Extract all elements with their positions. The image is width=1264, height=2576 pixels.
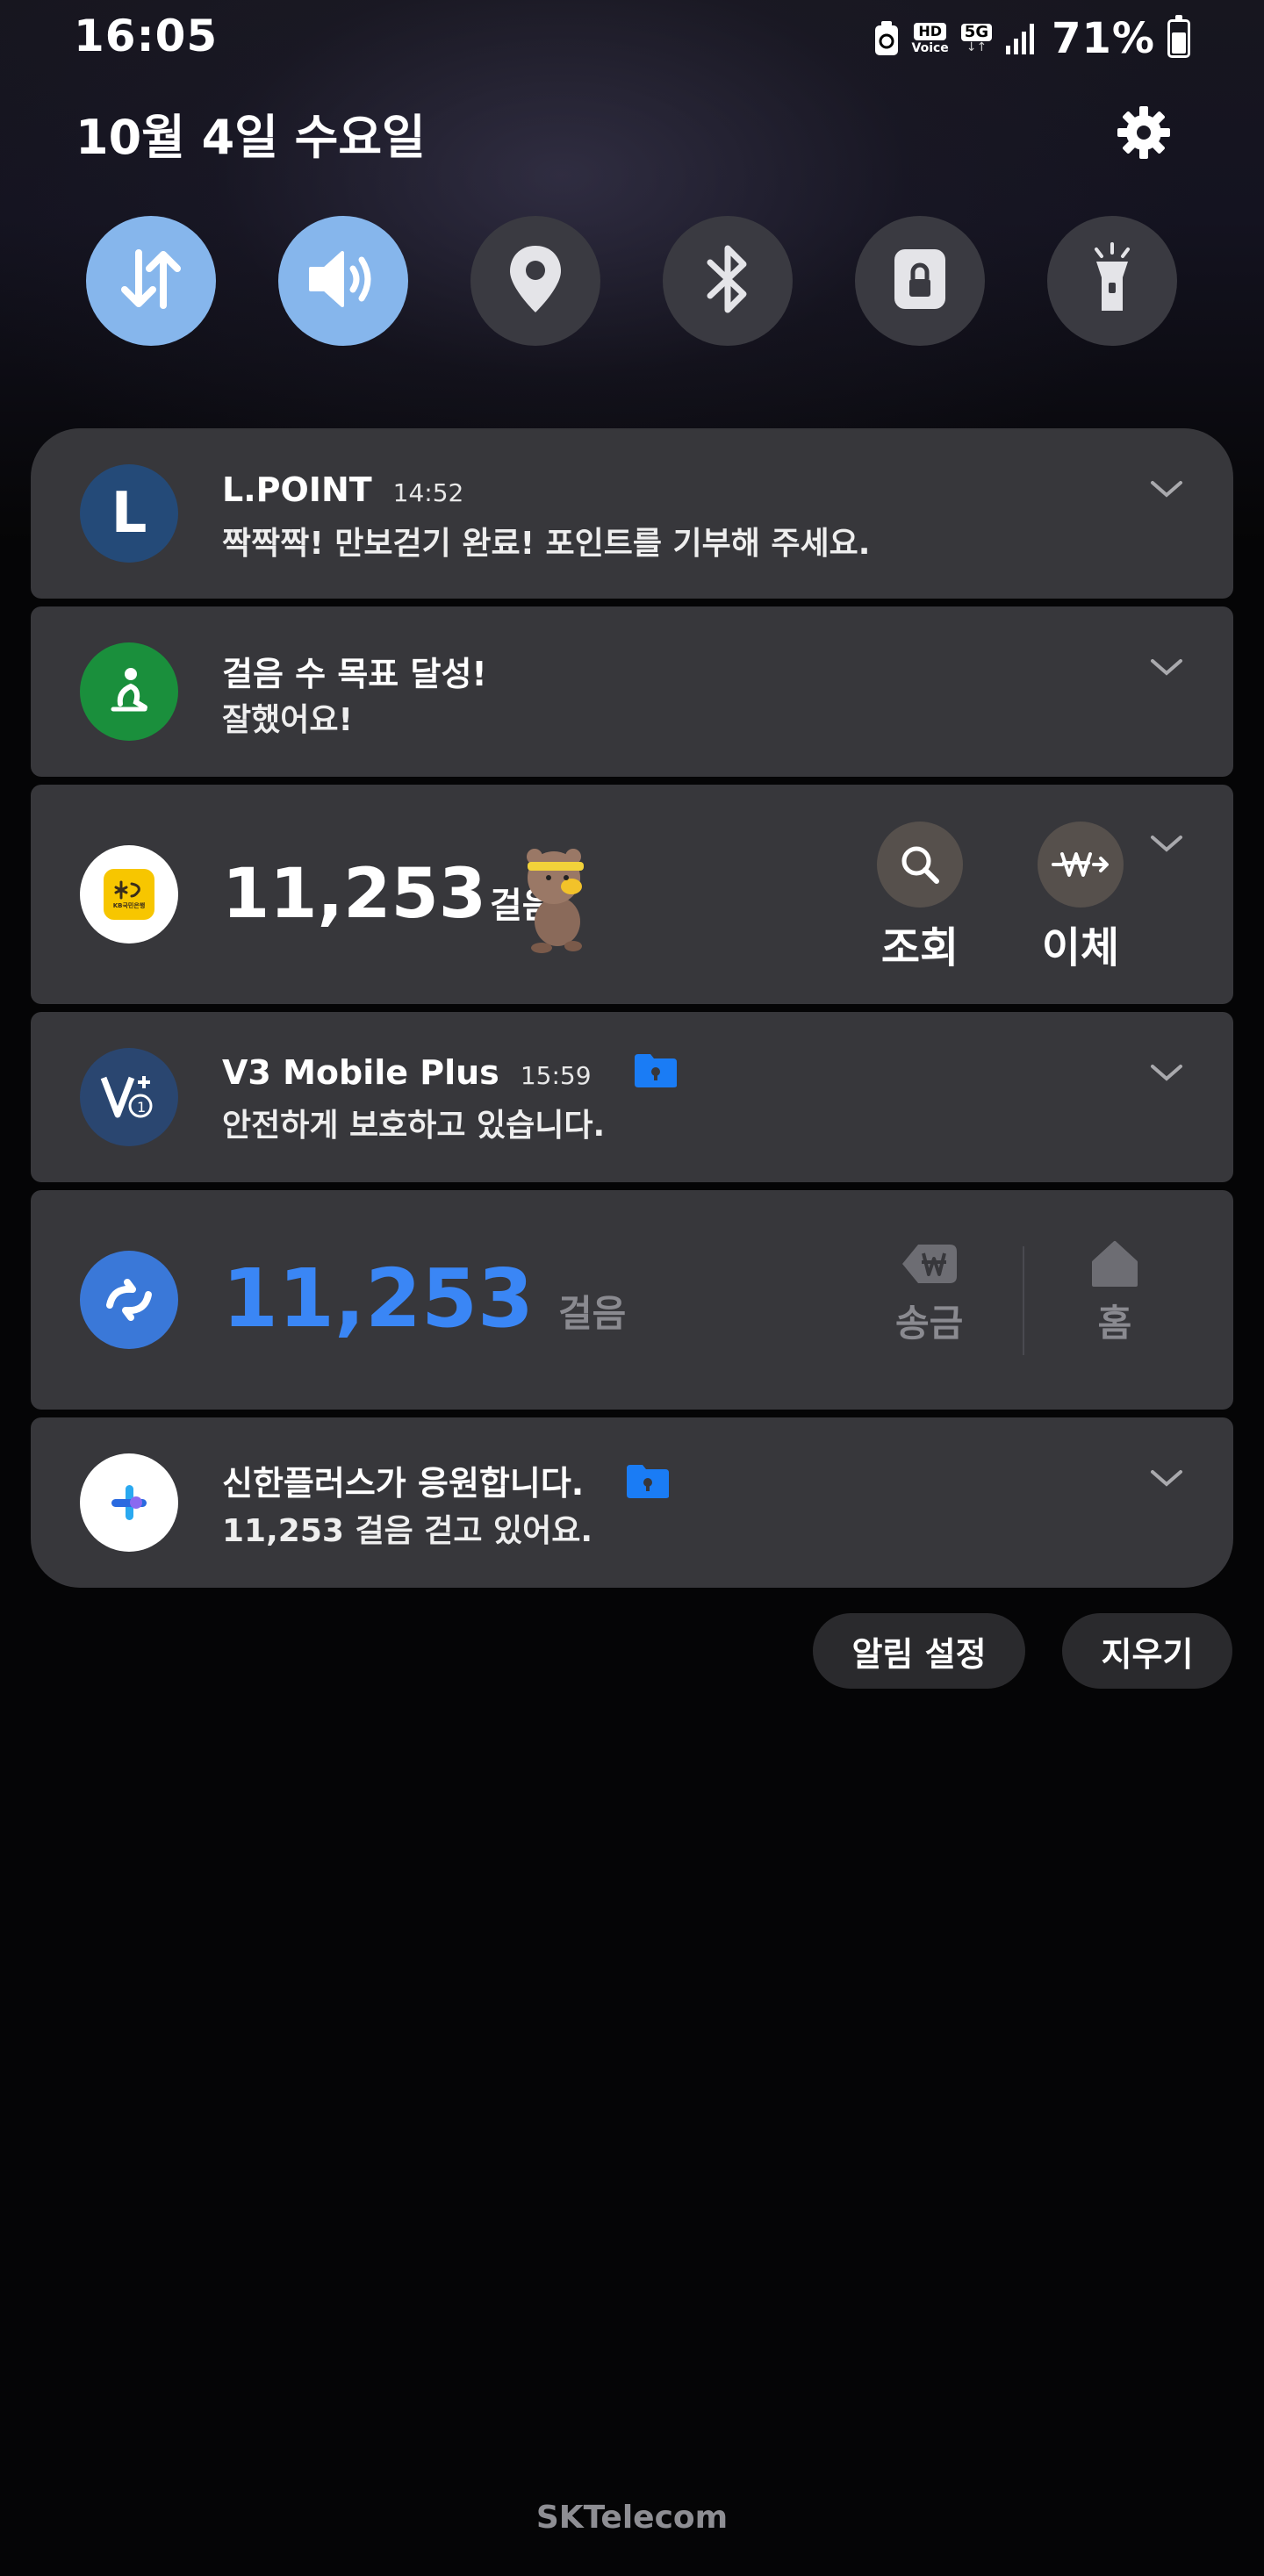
date-label: 10월 4일 수요일: [75, 110, 426, 165]
home-icon: [1088, 1239, 1141, 1292]
toggle-sound[interactable]: [278, 216, 408, 346]
toggle-mobile-data[interactable]: [86, 216, 216, 346]
toss-step-count: 11,253 걸음: [222, 1252, 627, 1345]
battery-percent: 71%: [1052, 14, 1155, 63]
status-bar: 16:05 HD Voice 5G ↓↑ 71%: [0, 0, 1264, 75]
chevron-down-icon[interactable]: [1149, 832, 1184, 857]
notification-shinhan[interactable]: 신한플러스가 응원합니다. 11,253 걸음 걷고 있어요.: [31, 1417, 1233, 1588]
status-time: 16:05: [74, 11, 219, 61]
chevron-down-icon[interactable]: [1149, 1061, 1184, 1086]
fitness-app-icon: [80, 642, 178, 741]
toggle-screen-lock[interactable]: [855, 216, 985, 346]
bluetooth-icon: [701, 241, 754, 320]
clear-all-button[interactable]: 지우기: [1062, 1613, 1232, 1689]
lock-icon: [889, 244, 951, 318]
notification-kb-steps[interactable]: KB국민은행 11,253 걸음 조회 이체: [31, 785, 1233, 1004]
settings-button[interactable]: [1113, 104, 1174, 165]
notification-title: 신한플러스가 응원합니다.: [222, 1456, 671, 1508]
notification-title: L.POINT 14:52: [222, 470, 464, 509]
notification-v3[interactable]: 1 V3 Mobile Plus 15:59 안전하게 보호하고 있습니다.: [31, 1012, 1233, 1182]
battery-fill: [1172, 32, 1186, 54]
walking-person-icon: [111, 668, 147, 712]
secure-folder-icon: [633, 1052, 679, 1097]
gear-icon: [1116, 104, 1172, 164]
notification-time: 14:52: [392, 478, 464, 507]
secure-folder-icon: [625, 1463, 671, 1508]
kb-transfer-button[interactable]: 이체: [1038, 822, 1124, 974]
notification-settings-button[interactable]: 알림 설정: [813, 1613, 1025, 1689]
chevron-down-icon[interactable]: [1149, 656, 1184, 680]
svg-text:1: 1: [137, 1099, 146, 1116]
kb-logo: KB국민은행: [104, 869, 154, 920]
flashlight-icon: [1084, 242, 1140, 319]
kb-app-icon: KB국민은행: [80, 845, 178, 944]
data-arrows-icon: [116, 244, 186, 318]
kb-inquiry-button[interactable]: 조회: [877, 822, 963, 974]
bear-mascot-icon: [512, 837, 600, 960]
toggle-flashlight[interactable]: [1047, 216, 1177, 346]
toss-send-button[interactable]: 송금: [895, 1239, 963, 1347]
action-divider: [1023, 1246, 1024, 1355]
notification-time: 15:59: [520, 1061, 592, 1090]
signal-icon: [1004, 21, 1039, 56]
notification-title: 걸음 수 목표 달성!: [222, 655, 487, 693]
notification-body: 잘했어요!: [222, 702, 353, 738]
location-pin-icon: [505, 242, 566, 319]
notification-body: 11,253 걸음 걷고 있어요.: [222, 1513, 593, 1549]
shinhan-app-icon: [80, 1453, 178, 1552]
notification-body: 짝짝짝! 만보걷기 완료! 포인트를 기부해 주세요.: [222, 526, 871, 562]
hd-voice-icon: HD Voice: [911, 23, 949, 55]
recycle-icon: [873, 20, 900, 57]
speaker-icon: [304, 244, 383, 318]
toss-app-icon: [80, 1251, 178, 1349]
notification-lpoint[interactable]: L L.POINT 14:52 짝짝짝! 만보걷기 완료! 포인트를 기부해 주세…: [31, 428, 1233, 599]
chevron-down-icon[interactable]: [1149, 477, 1184, 502]
toss-home-button[interactable]: 홈: [1088, 1239, 1141, 1347]
lpoint-app-icon: L: [80, 464, 178, 563]
notification-toss-steps[interactable]: 11,253 걸음 송금 홈: [31, 1190, 1233, 1410]
battery-icon: [1167, 15, 1190, 58]
carrier-label: SKTelecom: [535, 2500, 729, 2536]
chevron-down-icon[interactable]: [1149, 1467, 1184, 1491]
5g-icon: 5G ↓↑: [960, 24, 993, 54]
search-icon: [877, 822, 963, 908]
notification-body: 안전하게 보호하고 있습니다.: [222, 1108, 606, 1144]
notification-steps-goal[interactable]: 걸음 수 목표 달성! 잘했어요!: [31, 606, 1233, 777]
v3-app-icon: 1: [80, 1048, 178, 1146]
won-transfer-icon: [1038, 822, 1124, 908]
status-icons: HD Voice 5G ↓↑ 71%: [873, 12, 1190, 65]
quick-settings-toggles: [86, 216, 1178, 346]
kb-step-count: 11,253 걸음: [222, 855, 555, 934]
notification-title: V3 Mobile Plus 15:59: [222, 1052, 679, 1097]
won-send-icon: [899, 1239, 960, 1292]
toggle-bluetooth[interactable]: [663, 216, 793, 346]
toggle-location[interactable]: [470, 216, 600, 346]
